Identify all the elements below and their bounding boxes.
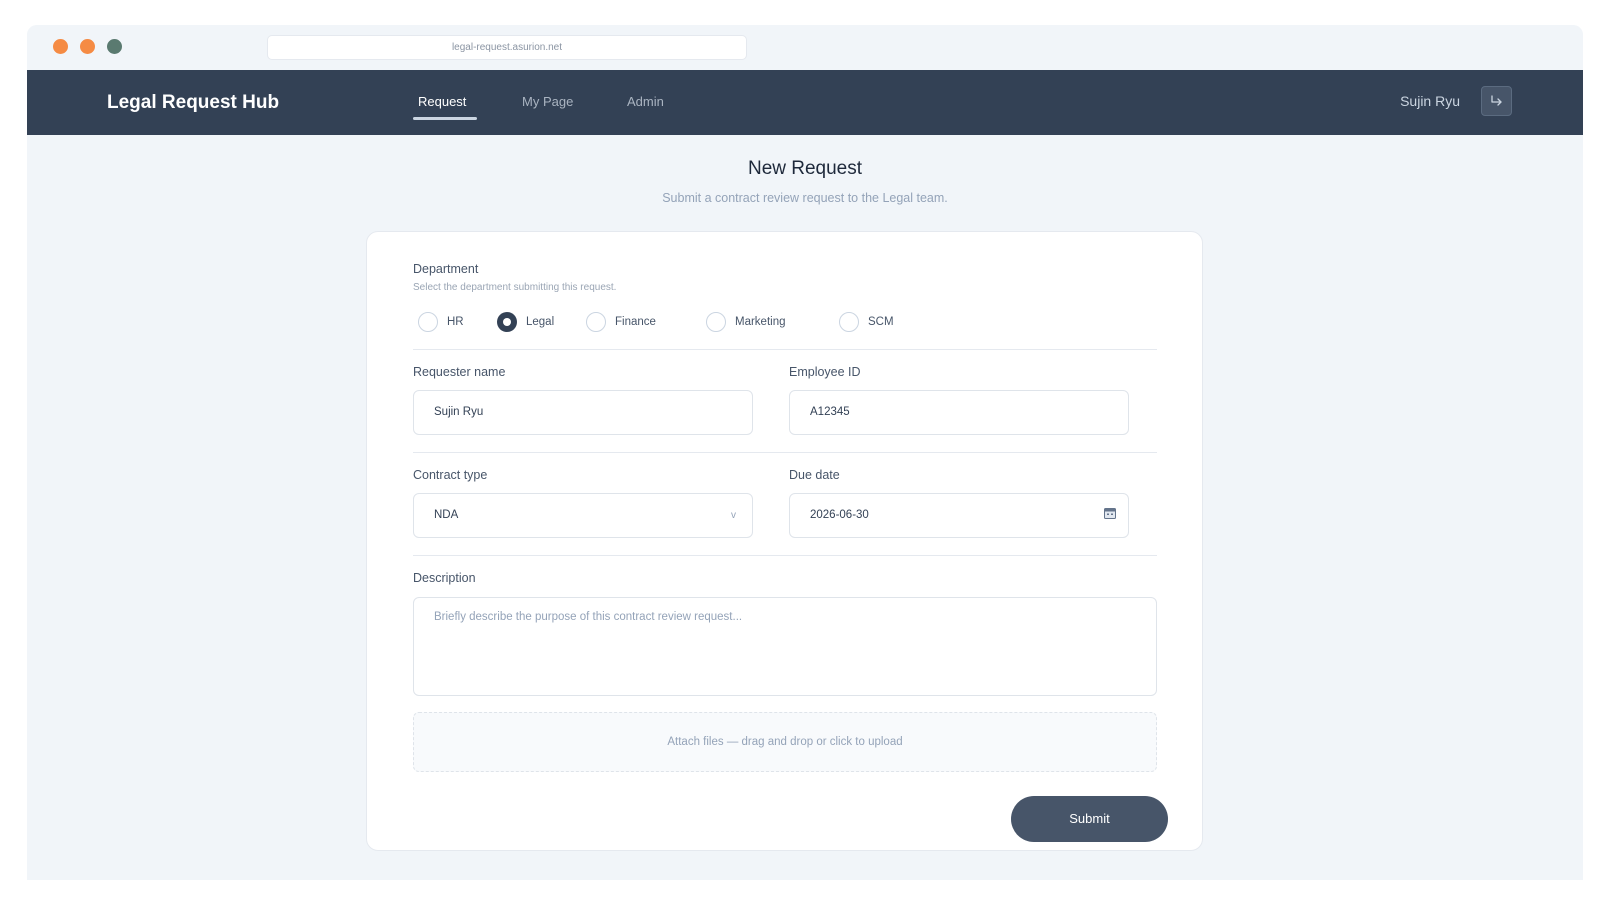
due-date-value: 2026-06-30 [810, 509, 869, 521]
radio-circle-icon [418, 312, 438, 332]
due-date-input[interactable]: 2026-06-30 [789, 493, 1129, 538]
submit-button[interactable]: Submit [1011, 796, 1168, 842]
window-close-dot[interactable] [53, 39, 68, 54]
radio-marketing-label: Marketing [735, 316, 786, 328]
top-navbar: Legal Request Hub Request My Page Admin … [27, 70, 1583, 135]
radio-hr[interactable]: HR [418, 312, 464, 332]
contract-type-value: NDA [434, 509, 459, 521]
tab-my-page[interactable]: My Page [522, 70, 573, 133]
browser-chrome: legal-request.asurion.net [27, 25, 1583, 70]
request-form-card: Department Select the department submitt… [366, 231, 1203, 851]
radio-circle-icon [706, 312, 726, 332]
radio-circle-icon [839, 312, 859, 332]
radio-hr-label: HR [447, 316, 464, 328]
page-title: New Request [747, 158, 863, 179]
requester-name-input[interactable]: Sujin Ryu [413, 390, 753, 435]
active-tab-indicator [413, 117, 478, 120]
section-divider [413, 349, 1157, 350]
user-name: Sujin Ryu [1400, 93, 1460, 109]
due-date-label: Due date [789, 468, 840, 482]
calendar-icon[interactable] [1104, 507, 1116, 519]
radio-legal[interactable]: Legal [497, 312, 554, 332]
browser-window: legal-request.asurion.net Legal Request … [27, 25, 1583, 880]
tab-request[interactable]: Request [413, 70, 478, 133]
contract-type-label: Contract type [413, 468, 488, 482]
window-minimize-dot[interactable] [80, 39, 95, 54]
employee-id-label: Employee ID [789, 365, 861, 379]
tab-my-page-label: My Page [522, 94, 574, 109]
tab-admin-label: Admin [627, 94, 664, 109]
contract-type-select[interactable]: NDA v [413, 493, 753, 538]
radio-legal-label: Legal [526, 316, 555, 328]
logout-icon [1490, 95, 1502, 106]
requester-name-label: Requester name [413, 365, 506, 379]
file-upload-dropzone[interactable]: Attach files — drag and drop or click to… [413, 712, 1157, 772]
radio-finance[interactable]: Finance [586, 312, 656, 332]
description-textarea[interactable]: Briefly describe the purpose of this con… [413, 597, 1157, 696]
description-label: Description [413, 571, 476, 585]
page-subtitle: Submit a contract review request to the … [662, 191, 948, 205]
tab-request-label: Request [418, 94, 467, 109]
radio-scm-label: SCM [868, 316, 894, 328]
radio-scm[interactable]: SCM [839, 312, 894, 332]
chevron-down-icon: v [731, 510, 736, 521]
radio-circle-icon [586, 312, 606, 332]
tab-admin[interactable]: Admin [627, 70, 664, 133]
radio-marketing[interactable]: Marketing [706, 312, 786, 332]
department-label: Department [413, 262, 479, 276]
department-help-text: Select the department submitting this re… [413, 282, 617, 293]
radio-checked-icon [497, 312, 517, 332]
logout-button[interactable] [1481, 86, 1512, 116]
address-bar[interactable]: legal-request.asurion.net [267, 35, 747, 60]
employee-id-input[interactable]: A12345 [789, 390, 1129, 435]
section-divider [413, 452, 1157, 453]
app-brand: Legal Request Hub [107, 92, 280, 113]
window-maximize-dot[interactable] [107, 39, 122, 54]
section-divider [413, 555, 1157, 556]
radio-finance-label: Finance [615, 316, 656, 328]
